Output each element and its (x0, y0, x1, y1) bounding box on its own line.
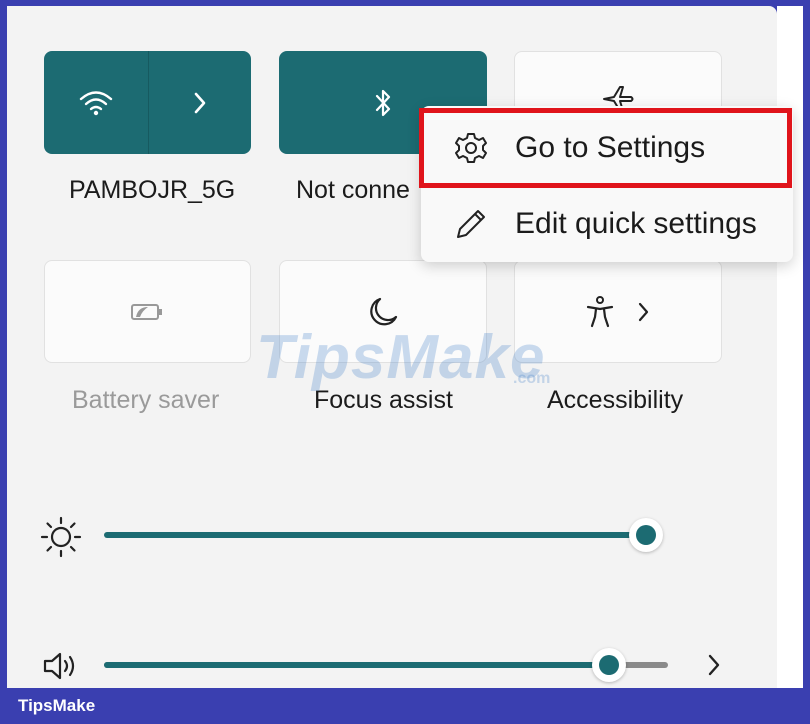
footer-brand: TipsMake (18, 696, 96, 715)
chevron-right-icon[interactable] (702, 652, 726, 678)
wifi-icon (78, 89, 114, 117)
go-to-settings-highlight (419, 108, 792, 188)
volume-slider[interactable] (104, 648, 668, 682)
bluetooth-icon (372, 87, 394, 119)
wifi-expand-button[interactable] (149, 51, 251, 154)
volume-slider-fill (104, 662, 609, 668)
footer-bar: TipsMake (0, 688, 810, 724)
battery-saver-tile (44, 260, 251, 363)
accessibility-label: Accessibility (547, 386, 684, 414)
battery-saver-icon (128, 301, 168, 323)
bluetooth-tile-label: Not conne (296, 176, 410, 204)
chevron-right-icon (192, 91, 208, 115)
sun-icon (40, 516, 82, 558)
watermark-suffix: .com (513, 370, 551, 387)
wifi-toggle[interactable] (44, 51, 148, 154)
accessibility-icon (585, 295, 615, 329)
edit-quick-settings-menu-item[interactable]: Edit quick settings (421, 188, 793, 260)
wifi-tile-label: PAMBOJR_5G (69, 176, 236, 204)
brightness-slider-fill (104, 532, 646, 538)
brightness-slider-thumb[interactable] (629, 518, 663, 552)
brightness-slider[interactable] (104, 518, 668, 552)
battery-saver-label: Battery saver (72, 386, 220, 414)
wifi-tile[interactable] (44, 51, 251, 154)
volume-slider-thumb[interactable] (592, 648, 626, 682)
speaker-icon[interactable] (40, 649, 82, 683)
edit-quick-settings-label: Edit quick settings (515, 207, 757, 240)
chevron-right-icon[interactable] (637, 301, 651, 323)
pencil-icon (451, 207, 491, 241)
watermark: TipsMake (256, 323, 546, 392)
